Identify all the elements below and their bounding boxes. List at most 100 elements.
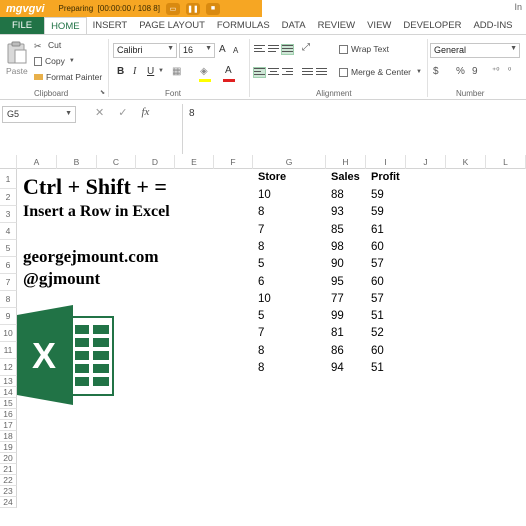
- table-cell[interactable]: 61: [371, 224, 384, 236]
- row-header-9[interactable]: 9: [0, 308, 17, 325]
- table-header-store[interactable]: Store: [258, 171, 286, 183]
- formula-input[interactable]: 8: [182, 104, 526, 154]
- column-header-f[interactable]: F: [214, 155, 253, 169]
- table-cell[interactable]: 98: [331, 241, 344, 253]
- paste-icon[interactable]: [6, 41, 28, 65]
- row-header-21[interactable]: 21: [0, 464, 17, 475]
- tab-data[interactable]: DATA: [276, 17, 312, 34]
- align-left-icon[interactable]: [253, 67, 266, 78]
- row-header-22[interactable]: 22: [0, 475, 17, 486]
- column-header-a[interactable]: A: [17, 155, 57, 169]
- bottom-align-icon[interactable]: [281, 44, 294, 55]
- comma-style-button[interactable]: 9: [472, 66, 478, 77]
- table-cell[interactable]: 5: [258, 258, 264, 270]
- bold-button[interactable]: B: [117, 66, 124, 77]
- table-cell[interactable]: 60: [371, 345, 384, 357]
- table-cell[interactable]: 59: [371, 206, 384, 218]
- column-header-c[interactable]: C: [97, 155, 136, 169]
- table-header-profit[interactable]: Profit: [371, 171, 400, 183]
- font-name-select[interactable]: Calibri ▼: [113, 43, 177, 58]
- cut-button[interactable]: ✂ Cut: [34, 40, 61, 51]
- table-cell[interactable]: 93: [331, 206, 344, 218]
- table-cell[interactable]: 90: [331, 258, 344, 270]
- row-header-10[interactable]: 10: [0, 325, 17, 342]
- recorder-pause-button[interactable]: ❚❚: [185, 2, 200, 15]
- percent-button[interactable]: %: [456, 66, 465, 77]
- insert-function-icon[interactable]: fx: [141, 106, 149, 119]
- table-cell[interactable]: 94: [331, 362, 344, 374]
- row-header-2[interactable]: 2: [0, 189, 17, 206]
- table-cell[interactable]: 10: [258, 293, 271, 305]
- italic-button[interactable]: I: [133, 66, 136, 77]
- row-header-7[interactable]: 7: [0, 274, 17, 291]
- table-cell[interactable]: 8: [258, 345, 264, 357]
- column-header-h[interactable]: H: [326, 155, 366, 169]
- enter-icon[interactable]: ✓: [118, 106, 127, 119]
- recorder-minimize-button[interactable]: ▭: [165, 2, 180, 15]
- row-header-18[interactable]: 18: [0, 431, 17, 442]
- row-header-14[interactable]: 14: [0, 387, 17, 398]
- row-header-16[interactable]: 16: [0, 409, 17, 420]
- copy-button[interactable]: Copy ▼: [34, 56, 75, 66]
- orientation-icon[interactable]: ⤢: [302, 42, 310, 53]
- table-cell[interactable]: 51: [371, 310, 384, 322]
- row-header-13[interactable]: 13: [0, 376, 17, 387]
- tab-review[interactable]: REVIEW: [312, 17, 361, 34]
- row-header-20[interactable]: 20: [0, 453, 17, 464]
- row-header-17[interactable]: 17: [0, 420, 17, 431]
- tab-formulas[interactable]: FORMULAS: [211, 17, 276, 34]
- increase-decimal-button[interactable]: ⁺⁰: [492, 66, 499, 75]
- table-cell[interactable]: 95: [331, 276, 344, 288]
- decrease-indent-icon[interactable]: [302, 68, 313, 77]
- format-painter-button[interactable]: Format Painter: [34, 72, 102, 82]
- recorder-stop-button[interactable]: ■: [205, 2, 220, 15]
- table-cell[interactable]: 10: [258, 189, 271, 201]
- table-cell[interactable]: 60: [371, 276, 384, 288]
- row-header-6[interactable]: 6: [0, 257, 17, 274]
- table-cell[interactable]: 5: [258, 310, 264, 322]
- tab-page-layout[interactable]: PAGE LAYOUT: [133, 17, 211, 34]
- table-cell[interactable]: 8: [258, 241, 264, 253]
- name-box[interactable]: G5 ▼: [2, 106, 76, 123]
- table-cell[interactable]: 81: [331, 327, 344, 339]
- select-all-corner[interactable]: [0, 155, 17, 169]
- font-color-button[interactable]: A: [225, 65, 232, 76]
- table-cell[interactable]: 88: [331, 189, 344, 201]
- cancel-icon[interactable]: ✕: [95, 106, 104, 119]
- tab-developer[interactable]: DEVELOPER: [397, 17, 467, 34]
- borders-icon[interactable]: ▦: [172, 66, 181, 77]
- row-header-5[interactable]: 5: [0, 240, 17, 257]
- column-header-e[interactable]: E: [175, 155, 214, 169]
- column-header-b[interactable]: B: [57, 155, 97, 169]
- table-cell[interactable]: 86: [331, 345, 344, 357]
- tab-view[interactable]: VIEW: [361, 17, 397, 34]
- table-cell[interactable]: 8: [258, 362, 264, 374]
- table-cell[interactable]: 59: [371, 189, 384, 201]
- table-cell[interactable]: 52: [371, 327, 384, 339]
- merge-center-button[interactable]: Merge & Center ▼: [339, 67, 422, 77]
- middle-align-icon[interactable]: [268, 45, 279, 54]
- row-header-3[interactable]: 3: [0, 206, 17, 223]
- align-center-icon[interactable]: [268, 68, 279, 77]
- top-align-icon[interactable]: [254, 45, 265, 54]
- paste-button[interactable]: Paste: [6, 66, 28, 76]
- table-cell[interactable]: 60: [371, 241, 384, 253]
- decrease-decimal-button[interactable]: ⁰: [508, 66, 511, 75]
- table-cell[interactable]: 57: [371, 258, 384, 270]
- tab-home[interactable]: HOME: [44, 17, 87, 34]
- number-format-select[interactable]: General ▼: [430, 43, 520, 58]
- shrink-font-button[interactable]: A: [233, 46, 238, 55]
- column-header-k[interactable]: K: [446, 155, 486, 169]
- table-cell[interactable]: 6: [258, 276, 264, 288]
- column-header-d[interactable]: D: [136, 155, 175, 169]
- table-cell[interactable]: 57: [371, 293, 384, 305]
- underline-button[interactable]: U: [147, 66, 154, 77]
- table-cell[interactable]: 7: [258, 224, 264, 236]
- table-cell[interactable]: 85: [331, 224, 344, 236]
- font-size-select[interactable]: 16 ▼: [179, 43, 215, 58]
- currency-button[interactable]: $: [433, 66, 439, 77]
- column-header-i[interactable]: I: [366, 155, 406, 169]
- table-header-sales[interactable]: Sales: [331, 171, 360, 183]
- fill-color-icon[interactable]: ◈: [200, 66, 208, 77]
- tab-file[interactable]: FILE: [0, 17, 45, 34]
